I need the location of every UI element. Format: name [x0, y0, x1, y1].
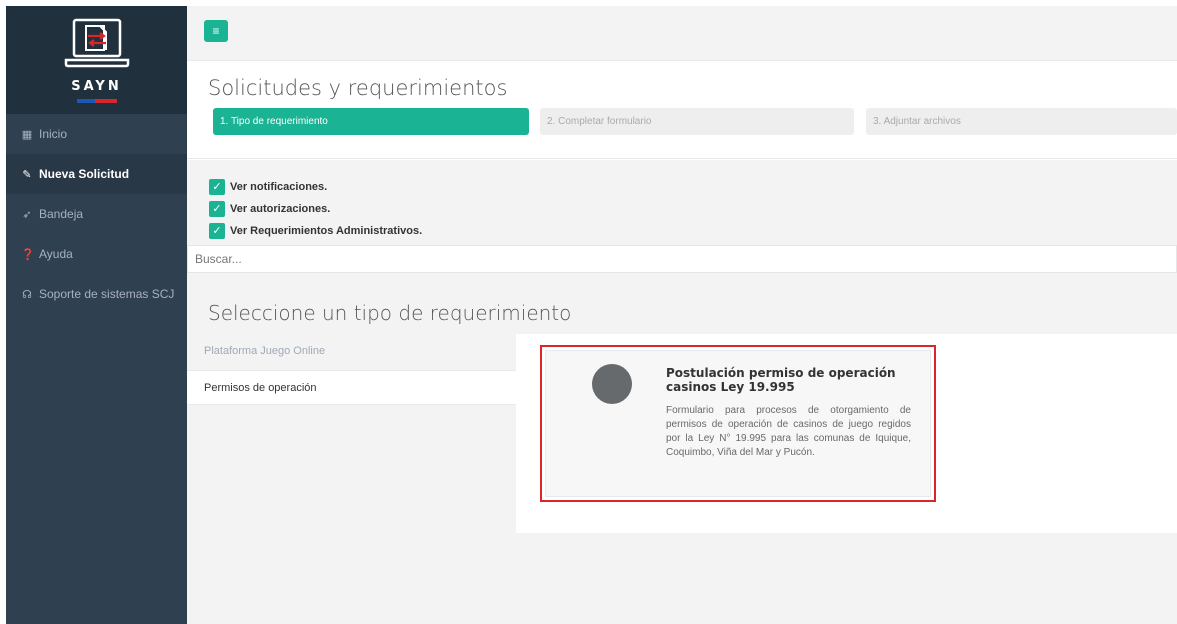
question-icon: ❓ [21, 248, 35, 261]
sidebar-item-nueva-solicitud[interactable]: ✎ Nueva Solicitud [6, 154, 187, 194]
hamburger-icon: ≡ [212, 24, 220, 38]
sidebar-item-ayuda[interactable]: ❓ Ayuda [6, 234, 187, 274]
filter-ver-autorizaciones[interactable]: ✓ Ver autorizaciones. [209, 200, 330, 217]
checkbox-checked-icon[interactable]: ✓ [209, 200, 225, 217]
sidebar-item-label: Nueva Solicitud [39, 167, 130, 181]
step-tipo-requerimiento[interactable]: 1. Tipo de requerimiento [213, 108, 529, 135]
card-description: Formulario para procesos de otorgamiento… [666, 405, 911, 458]
send-icon: ➶ [22, 208, 32, 221]
logo-text: SAYN [71, 79, 122, 94]
search-input[interactable] [187, 245, 1177, 273]
checkbox-label: Ver autorizaciones. [230, 202, 331, 215]
tab-permisos-de-operacion[interactable]: Permisos de operación [187, 370, 516, 405]
checkbox-checked-icon[interactable]: ✓ [209, 178, 225, 195]
logo[interactable]: SAYN [6, 6, 187, 114]
step-adjuntar-archivos[interactable]: 3. Adjuntar archivos [866, 108, 1177, 135]
requirement-card[interactable]: Postulación permiso de operación casinos… [540, 345, 936, 502]
laptop-transfer-icon [64, 18, 130, 68]
sidebar-item-label: Bandeja [39, 207, 84, 221]
sidebar-item-label: Soporte de sistemas SCJ [39, 287, 175, 301]
page-header: Solicitudes y requerimientos 1. Tipo de … [187, 61, 1177, 159]
page-title: Solicitudes y requerimientos [208, 76, 508, 100]
card-avatar [592, 364, 632, 404]
checkbox-checked-icon[interactable]: ✓ [209, 222, 225, 239]
section-title: Seleccione un tipo de requerimiento [208, 301, 572, 325]
sidebar: SAYN ▦ Inicio ✎ Nueva Solicitud ➶ Bandej… [6, 6, 187, 624]
headset-icon: ☊ [22, 288, 32, 301]
checkbox-label: Ver Requerimientos Administrativos. [230, 224, 423, 237]
sidebar-item-label: Ayuda [39, 247, 73, 261]
tab-plataforma-juego-online[interactable]: Plataforma Juego Online [187, 334, 516, 369]
grid-icon: ▦ [21, 128, 33, 141]
checkbox-label: Ver notificaciones. [230, 180, 328, 193]
card-title: Postulación permiso de operación casinos… [666, 366, 896, 394]
sidebar-item-bandeja[interactable]: ➶ Bandeja [6, 194, 187, 234]
requirement-card-body[interactable]: Postulación permiso de operación casinos… [545, 350, 931, 497]
requirement-type-tabs: Plataforma Juego Online Permisos de oper… [187, 334, 1177, 534]
edit-icon: ✎ [22, 168, 32, 181]
sidebar-item-label: Inicio [39, 127, 68, 141]
main-content: ✓ Ver notificaciones. ✓ Ver autorizacion… [187, 160, 1177, 624]
flag-stripe [77, 99, 117, 103]
menu-toggle-button[interactable]: ≡ [204, 20, 228, 42]
app-window: SAYN ▦ Inicio ✎ Nueva Solicitud ➶ Bandej… [0, 0, 1177, 624]
tab-content: Postulación permiso de operación casinos… [516, 334, 1177, 533]
sidebar-item-inicio[interactable]: ▦ Inicio [6, 114, 187, 154]
filter-ver-requerimientos-administrativos[interactable]: ✓ Ver Requerimientos Administrativos. [209, 222, 422, 239]
step-completar-formulario[interactable]: 2. Completar formulario [540, 108, 854, 135]
sidebar-item-soporte[interactable]: ☊ Soporte de sistemas SCJ [6, 274, 187, 314]
top-navbar: ≡ [187, 6, 1177, 61]
filter-ver-notificaciones[interactable]: ✓ Ver notificaciones. [209, 178, 327, 195]
